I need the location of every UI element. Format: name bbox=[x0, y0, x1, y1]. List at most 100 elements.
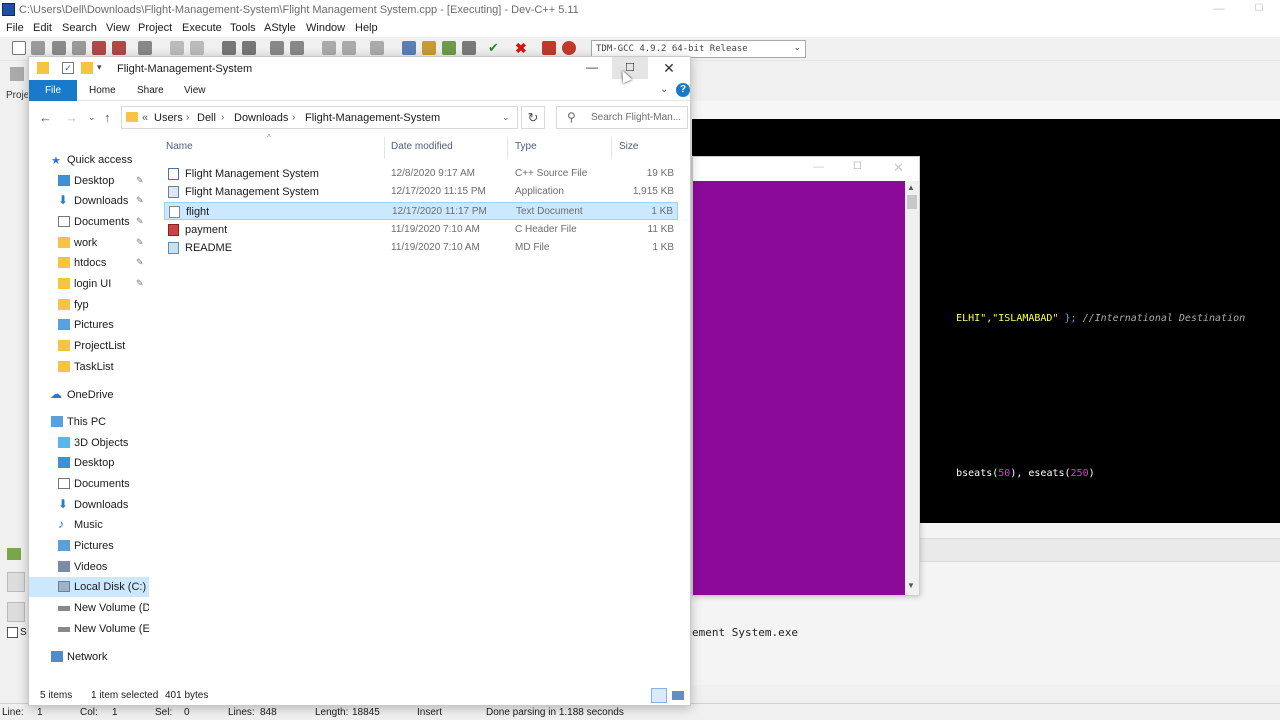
unindent-icon[interactable] bbox=[342, 41, 356, 55]
explorer-minimize-button[interactable]: — bbox=[585, 60, 599, 74]
console-maximize-button[interactable]: ☐ bbox=[853, 161, 862, 172]
panel-button[interactable] bbox=[7, 572, 25, 592]
menu-tools[interactable]: Tools bbox=[230, 22, 256, 34]
compile-run-icon[interactable] bbox=[442, 41, 456, 55]
stop-execution-icon[interactable]: ✖ bbox=[515, 41, 529, 55]
menu-view[interactable]: View bbox=[106, 22, 130, 34]
nav-3d-objects[interactable]: 3D Objects bbox=[29, 433, 149, 453]
new-file-icon[interactable] bbox=[12, 41, 26, 55]
nav-fyp[interactable]: fyp bbox=[29, 295, 149, 315]
file-explorer-window[interactable]: ✓ ▾ Flight-Management-System — ☐ ✕ File … bbox=[28, 56, 691, 706]
breadcrumb-dell[interactable]: Dell bbox=[197, 112, 216, 124]
explorer-titlebar[interactable]: ✓ ▾ Flight-Management-System — ☐ ✕ bbox=[29, 57, 690, 80]
file-row[interactable]: README 11/19/2020 7:10 AM MD File 1 KB bbox=[164, 239, 678, 257]
compile-icon[interactable] bbox=[402, 41, 416, 55]
nav-quick-access[interactable]: ★ Quick access bbox=[29, 150, 149, 170]
address-bar[interactable]: « Users › Dell › Downloads › Flight-Mana… bbox=[121, 106, 518, 129]
find-icon[interactable] bbox=[222, 41, 236, 55]
class-browser-icon[interactable] bbox=[10, 67, 24, 81]
nav-new-volume-d[interactable]: New Volume (D: bbox=[29, 598, 153, 618]
nav-local-disk-c[interactable]: Local Disk (C:) bbox=[29, 577, 149, 597]
scroll-up-icon[interactable]: ▲ bbox=[907, 183, 915, 192]
nav-documents[interactable]: Documents ✎ bbox=[29, 212, 149, 232]
details-view-icon[interactable] bbox=[651, 688, 667, 703]
scroll-down-icon[interactable]: ▼ bbox=[907, 581, 915, 590]
expand-ribbon-icon[interactable]: ⌄ bbox=[660, 84, 668, 95]
nav-downloads[interactable]: ⬇ Downloads ✎ bbox=[29, 191, 149, 211]
up-arrow-icon[interactable]: ↑ bbox=[104, 110, 111, 125]
menu-file[interactable]: File bbox=[6, 22, 24, 34]
file-row[interactable]: Flight Management System 12/8/2020 9:17 … bbox=[164, 165, 678, 183]
search-input[interactable]: ⚲ Search Flight-Man... bbox=[556, 106, 688, 129]
console-output[interactable] bbox=[693, 181, 905, 595]
column-header-type[interactable]: Type bbox=[515, 141, 537, 152]
nav-videos[interactable]: Videos bbox=[29, 557, 149, 577]
file-row[interactable]: Flight Management System 12/17/2020 11:1… bbox=[164, 183, 678, 201]
menu-project[interactable]: Project bbox=[138, 22, 172, 34]
redo-icon[interactable] bbox=[190, 41, 204, 55]
scroll-thumb[interactable] bbox=[907, 195, 917, 209]
console-scrollbar[interactable]: ▲ ▼ bbox=[905, 181, 919, 595]
undo-icon[interactable] bbox=[170, 41, 184, 55]
explorer-close-button[interactable]: ✕ bbox=[662, 60, 676, 77]
nav-music[interactable]: ♪ Music bbox=[29, 515, 149, 535]
nav-new-volume-e[interactable]: New Volume (E:) bbox=[29, 619, 157, 639]
check-syntax-icon[interactable]: ✔ bbox=[488, 41, 502, 55]
toggle-comment-icon[interactable] bbox=[370, 41, 384, 55]
menu-execute[interactable]: Execute bbox=[182, 22, 222, 34]
column-divider[interactable] bbox=[507, 137, 508, 159]
back-arrow-icon[interactable]: ← bbox=[39, 110, 52, 125]
save-icon[interactable] bbox=[52, 41, 66, 55]
column-header-name[interactable]: Name bbox=[166, 141, 193, 152]
rebuild-icon[interactable] bbox=[462, 41, 476, 55]
refresh-button[interactable]: ↻ bbox=[521, 106, 545, 129]
ribbon-tab-share[interactable]: Share bbox=[137, 85, 164, 96]
column-divider[interactable] bbox=[611, 137, 612, 159]
file-row-selected[interactable]: flight 12/17/2020 11:17 PM Text Document… bbox=[164, 202, 678, 220]
indent-icon[interactable] bbox=[322, 41, 336, 55]
breadcrumb-flight-management-system[interactable]: Flight-Management-System bbox=[305, 112, 440, 124]
print-icon[interactable] bbox=[138, 41, 152, 55]
nav-work[interactable]: work ✎ bbox=[29, 233, 149, 253]
column-divider[interactable] bbox=[384, 137, 385, 159]
nav-this-pc[interactable]: This PC bbox=[29, 412, 149, 432]
menu-edit[interactable]: Edit bbox=[33, 22, 52, 34]
customize-toolbar-icon[interactable]: ▾ bbox=[97, 62, 109, 74]
run-icon[interactable] bbox=[422, 41, 436, 55]
help-icon[interactable]: ? bbox=[676, 83, 690, 97]
nav-htdocs[interactable]: htdocs ✎ bbox=[29, 253, 149, 273]
menu-astyle[interactable]: AStyle bbox=[264, 22, 296, 34]
nav-network[interactable]: Network bbox=[29, 647, 149, 667]
panel-grid-icon[interactable] bbox=[7, 548, 21, 560]
nav-tasklist[interactable]: TaskList bbox=[29, 357, 149, 377]
menu-search[interactable]: Search bbox=[62, 22, 97, 34]
ribbon-tab-view[interactable]: View bbox=[184, 85, 206, 96]
nav-pc-pictures[interactable]: Pictures bbox=[29, 536, 149, 556]
devcpp-maximize-button[interactable]: ☐ bbox=[1252, 3, 1266, 15]
nav-onedrive[interactable]: ☁ OneDrive bbox=[29, 385, 149, 405]
close-all-icon[interactable] bbox=[112, 41, 126, 55]
address-history-chevron-icon[interactable]: ⌄ bbox=[502, 112, 510, 123]
nav-projectlist[interactable]: ProjectList bbox=[29, 336, 149, 356]
file-row[interactable]: payment 11/19/2020 7:10 AM C Header File… bbox=[164, 221, 678, 239]
properties-icon[interactable]: ✓ bbox=[62, 62, 74, 74]
menu-help[interactable]: Help bbox=[355, 22, 378, 34]
menu-window[interactable]: Window bbox=[306, 22, 345, 34]
nav-pc-documents[interactable]: Documents bbox=[29, 474, 149, 494]
bookmark-icon[interactable] bbox=[290, 41, 304, 55]
console-close-button[interactable]: ✕ bbox=[893, 160, 904, 176]
console-window[interactable]: — ☐ ✕ ▲ ▼ bbox=[692, 156, 920, 596]
save-all-icon[interactable] bbox=[72, 41, 86, 55]
ribbon-tab-home[interactable]: Home bbox=[89, 85, 116, 96]
devcpp-minimize-button[interactable]: — bbox=[1212, 3, 1226, 15]
large-icons-view-icon[interactable] bbox=[671, 689, 685, 702]
panel-button[interactable] bbox=[7, 602, 25, 622]
nav-pictures[interactable]: Pictures bbox=[29, 315, 149, 335]
console-minimize-button[interactable]: — bbox=[813, 161, 824, 173]
debug-icon[interactable] bbox=[562, 41, 576, 55]
nav-login-ui[interactable]: login UI ✎ bbox=[29, 274, 149, 294]
nav-desktop[interactable]: Desktop ✎ bbox=[29, 171, 149, 191]
breadcrumb-users[interactable]: Users bbox=[154, 112, 183, 124]
recent-locations-icon[interactable]: ⌄ bbox=[88, 112, 96, 123]
goto-line-icon[interactable] bbox=[270, 41, 284, 55]
